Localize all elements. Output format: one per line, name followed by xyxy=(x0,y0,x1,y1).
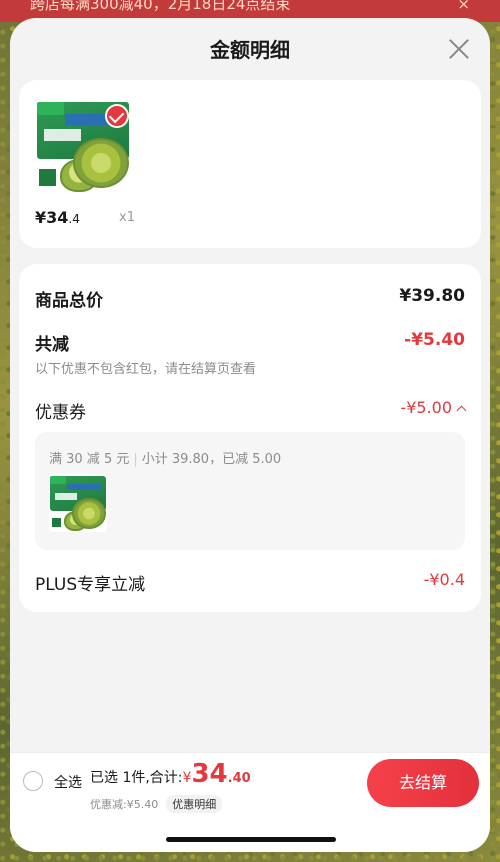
plus-value: -¥0.4 xyxy=(423,570,465,589)
checkout-button[interactable]: 去结算 xyxy=(367,759,479,807)
coupon-rule: 满 30 减 5 元 xyxy=(49,452,130,467)
total-decimal: .40 xyxy=(227,771,251,786)
total-row: 商品总价 ¥39.80 xyxy=(35,286,465,311)
reduce-row: 共减 -¥5.40 xyxy=(35,330,465,355)
discount-note: 以下优惠不包含红包，请在结算页查看 xyxy=(35,362,257,377)
coupon-subtotal: 小计 39.80，已减 5.00 xyxy=(141,452,282,467)
reduce-value: -¥5.40 xyxy=(404,330,465,350)
product-quantity: x1 xyxy=(119,210,135,225)
melon-box-illustration-small xyxy=(49,474,107,532)
plus-label: PLUS专享立减 xyxy=(35,575,146,595)
discount-summary: 优惠减:¥5.40 优惠明细 xyxy=(90,795,223,813)
amount-detail-sheet: 金额明细 ¥34.4 x1 商品总价 ¥39.80 共减 -¥5.40 以下优惠… xyxy=(10,18,490,852)
coupon-value-wrap: -¥5.00 xyxy=(400,398,467,417)
total-integer: 34 xyxy=(191,759,228,789)
sheet-title: 金额明细 xyxy=(210,38,290,62)
select-all-radio[interactable] xyxy=(23,771,43,791)
coupon-separator: | xyxy=(133,452,138,467)
checkout-bar: 全选 已选 1件,合计:¥34.40 优惠减:¥5.40 优惠明细 去结算 xyxy=(10,752,490,852)
chevron-up-icon[interactable] xyxy=(456,405,467,416)
plus-row: PLUS专享立减 -¥0.4 xyxy=(35,570,465,595)
product-price-main: ¥34 xyxy=(35,208,69,227)
product-price-decimal: .4 xyxy=(68,212,80,226)
coupon-label: 优惠券 xyxy=(35,403,86,423)
coupon-value: -¥5.00 xyxy=(400,398,452,417)
close-icon[interactable] xyxy=(448,38,470,60)
total-label: 商品总价 xyxy=(35,291,103,311)
reduce-label: 共减 xyxy=(35,335,69,355)
discount-detail-tag[interactable]: 优惠明细 xyxy=(166,795,223,813)
coupon-row[interactable]: 优惠券 -¥5.00 xyxy=(35,398,467,423)
discount-amount: 优惠减:¥5.40 xyxy=(90,798,159,811)
price-breakdown-card: 商品总价 ¥39.80 共减 -¥5.40 以下优惠不包含红包，请在结算页查看 … xyxy=(19,264,481,612)
promo-banner-close-icon[interactable]: × xyxy=(457,0,470,12)
sheet-header: 金额明细 xyxy=(10,18,490,80)
coupon-detail-box: 满 30 减 5 元 | 小计 39.80，已减 5.00 xyxy=(35,432,465,550)
promo-banner-text: 跨店每满300减40，2月18日24点结束 xyxy=(30,0,291,13)
product-card: ¥34.4 x1 xyxy=(19,80,481,248)
select-all-label[interactable]: 全选 xyxy=(54,772,82,792)
product-price: ¥34.4 xyxy=(35,208,80,227)
total-value: ¥39.80 xyxy=(399,286,465,306)
selected-check-icon[interactable] xyxy=(105,104,129,128)
coupon-rule-text: 满 30 减 5 元 | 小计 39.80，已减 5.00 xyxy=(49,448,281,467)
home-indicator xyxy=(166,837,336,842)
selected-count-text: 已选 1件,合计: xyxy=(90,770,183,786)
selection-summary: 已选 1件,合计:¥34.40 xyxy=(90,759,251,789)
coupon-product-image xyxy=(49,474,107,532)
